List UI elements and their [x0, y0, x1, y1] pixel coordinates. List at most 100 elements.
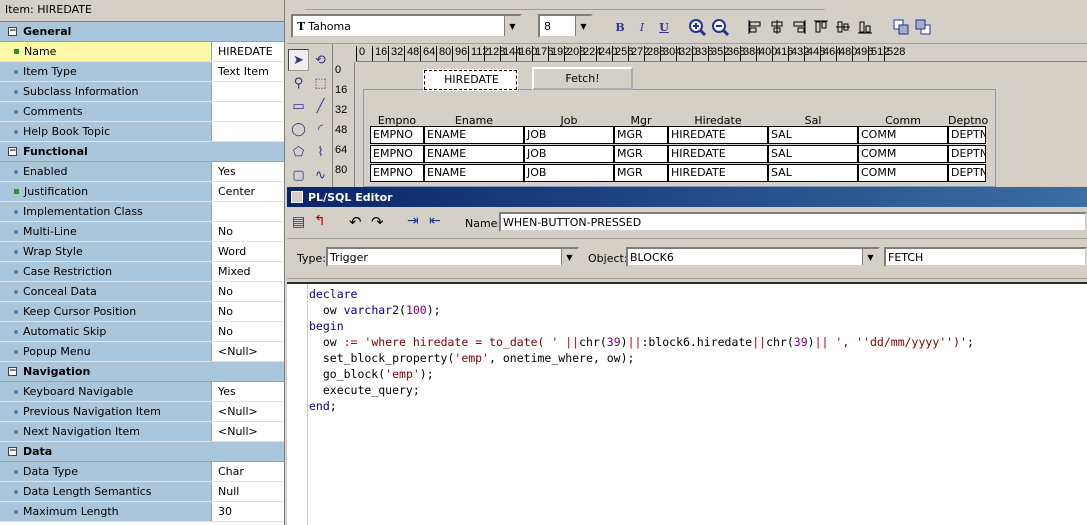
property-row[interactable]: Data Type Char: [0, 462, 284, 482]
text-item[interactable]: HIREDATE: [668, 126, 768, 144]
ellipse-tool-icon[interactable]: ◯: [288, 118, 309, 140]
object-item-select[interactable]: FETCH: [884, 247, 1087, 267]
text-item[interactable]: DEPTN: [948, 145, 986, 163]
collapse-icon[interactable]: −: [8, 147, 17, 156]
underline-button[interactable]: U: [654, 16, 674, 38]
property-value[interactable]: [212, 122, 284, 141]
property-row[interactable]: Help Book Topic: [0, 122, 284, 142]
property-value[interactable]: <Null>: [212, 402, 284, 421]
property-value[interactable]: No: [212, 282, 284, 301]
text-item[interactable]: EMPNO: [370, 126, 424, 144]
property-row[interactable]: Popup Menu <Null>: [0, 342, 284, 362]
property-value[interactable]: Yes: [212, 162, 284, 181]
bold-button[interactable]: B: [610, 16, 630, 38]
property-row[interactable]: Enabled Yes: [0, 162, 284, 182]
freehand-tool-icon[interactable]: ∿: [310, 164, 331, 186]
property-value[interactable]: <Null>: [212, 342, 284, 361]
category-header[interactable]: − General: [0, 22, 284, 42]
property-value[interactable]: Yes: [212, 382, 284, 401]
object-select[interactable]: BLOCK6 ▼: [626, 247, 880, 267]
compile-icon[interactable]: ▤: [292, 214, 305, 230]
text-item[interactable]: JOB: [524, 126, 614, 144]
property-value[interactable]: [212, 202, 284, 221]
property-row[interactable]: Comments: [0, 102, 284, 122]
text-item[interactable]: JOB: [524, 164, 614, 182]
align-right-icon[interactable]: [789, 16, 809, 38]
rotate-tool-icon[interactable]: ⟲: [310, 49, 331, 71]
fetch-button[interactable]: Fetch!: [532, 67, 633, 90]
property-value[interactable]: No: [212, 322, 284, 341]
type-select[interactable]: Trigger ▼: [326, 247, 579, 267]
collapse-icon[interactable]: −: [8, 447, 17, 456]
text-item[interactable]: ENAME: [424, 164, 524, 182]
property-row[interactable]: Maximum Length 30: [0, 502, 284, 522]
align-center-icon[interactable]: [767, 16, 787, 38]
property-row[interactable]: Implementation Class: [0, 202, 284, 222]
property-value[interactable]: 30: [212, 502, 284, 521]
property-value[interactable]: Center: [212, 182, 284, 201]
text-item[interactable]: HIREDATE: [668, 145, 768, 163]
polyline-tool-icon[interactable]: ⌇: [310, 141, 331, 163]
text-item[interactable]: ENAME: [424, 145, 524, 163]
property-row[interactable]: Keyboard Navigable Yes: [0, 382, 284, 402]
layout-canvas[interactable]: HIREDATE Fetch! Empno Ename Job Mgr Hiredate…: [356, 62, 1087, 187]
font-size-select[interactable]: 8 ▼: [538, 14, 593, 38]
undo-icon[interactable]: ↶: [349, 213, 362, 231]
property-row[interactable]: Multi-Line No: [0, 222, 284, 242]
chevron-down-icon[interactable]: ▼: [561, 249, 577, 265]
text-item[interactable]: SAL: [768, 164, 858, 182]
align-top-icon[interactable]: [811, 16, 831, 38]
text-item[interactable]: JOB: [524, 145, 614, 163]
text-item[interactable]: DEPTN: [948, 164, 986, 182]
text-item[interactable]: MGR: [614, 164, 668, 182]
arc-tool-icon[interactable]: ◜: [310, 118, 331, 140]
text-item[interactable]: MGR: [614, 126, 668, 144]
property-value[interactable]: Null: [212, 482, 284, 501]
italic-button[interactable]: I: [632, 16, 652, 38]
indent-icon[interactable]: ⇥: [407, 213, 419, 229]
code-editor[interactable]: declare ow varchar2(100); begin ow := 'wh…: [287, 282, 1087, 525]
chevron-down-icon[interactable]: ▼: [862, 249, 878, 265]
send-to-back-icon[interactable]: [913, 16, 933, 38]
align-left-icon[interactable]: [745, 16, 765, 38]
property-row[interactable]: Subclass Information: [0, 82, 284, 102]
trigger-name-field[interactable]: WHEN-BUTTON-PRESSED: [499, 212, 1087, 232]
property-row[interactable]: Case Restriction Mixed: [0, 262, 284, 282]
hiredate-item[interactable]: HIREDATE: [423, 69, 518, 91]
property-value[interactable]: <Null>: [212, 422, 284, 441]
property-value[interactable]: [212, 102, 284, 121]
category-header[interactable]: − Navigation: [0, 362, 284, 382]
text-item[interactable]: COMM: [858, 145, 948, 163]
property-value[interactable]: No: [212, 222, 284, 241]
property-row[interactable]: Previous Navigation Item <Null>: [0, 402, 284, 422]
revert-icon[interactable]: ↰: [314, 213, 326, 229]
property-row[interactable]: Automatic Skip No: [0, 322, 284, 342]
polygon-tool-icon[interactable]: ⬠: [288, 141, 309, 163]
zoom-out-icon[interactable]: [710, 16, 730, 38]
align-bottom-icon[interactable]: [855, 16, 875, 38]
text-item[interactable]: SAL: [768, 126, 858, 144]
select-tool-icon[interactable]: ➤: [288, 49, 309, 71]
category-header[interactable]: − Data: [0, 442, 284, 462]
property-value[interactable]: HIREDATE: [212, 42, 284, 61]
align-middle-icon[interactable]: [833, 16, 853, 38]
outdent-icon[interactable]: ⇤: [429, 213, 441, 229]
property-row[interactable]: Item Type Text Item: [0, 62, 284, 82]
bring-to-front-icon[interactable]: [891, 16, 911, 38]
property-row[interactable]: Data Length Semantics Null: [0, 482, 284, 502]
property-value[interactable]: [212, 82, 284, 101]
line-tool-icon[interactable]: ╱: [310, 95, 331, 117]
property-row[interactable]: Conceal Data No: [0, 282, 284, 302]
category-header[interactable]: − Functional: [0, 142, 284, 162]
magnify-tool-icon[interactable]: ⚲: [288, 72, 309, 94]
property-value[interactable]: Word: [212, 242, 284, 261]
text-item[interactable]: EMPNO: [370, 164, 424, 182]
rounded-rect-tool-icon[interactable]: ▢: [288, 164, 309, 186]
text-item[interactable]: HIREDATE: [668, 164, 768, 182]
property-value[interactable]: Text Item: [212, 62, 284, 81]
text-item[interactable]: COMM: [858, 126, 948, 144]
zoom-in-icon[interactable]: [687, 16, 707, 38]
text-item[interactable]: ENAME: [424, 126, 524, 144]
property-row[interactable]: Name HIREDATE: [0, 42, 284, 62]
property-row[interactable]: Keep Cursor Position No: [0, 302, 284, 322]
